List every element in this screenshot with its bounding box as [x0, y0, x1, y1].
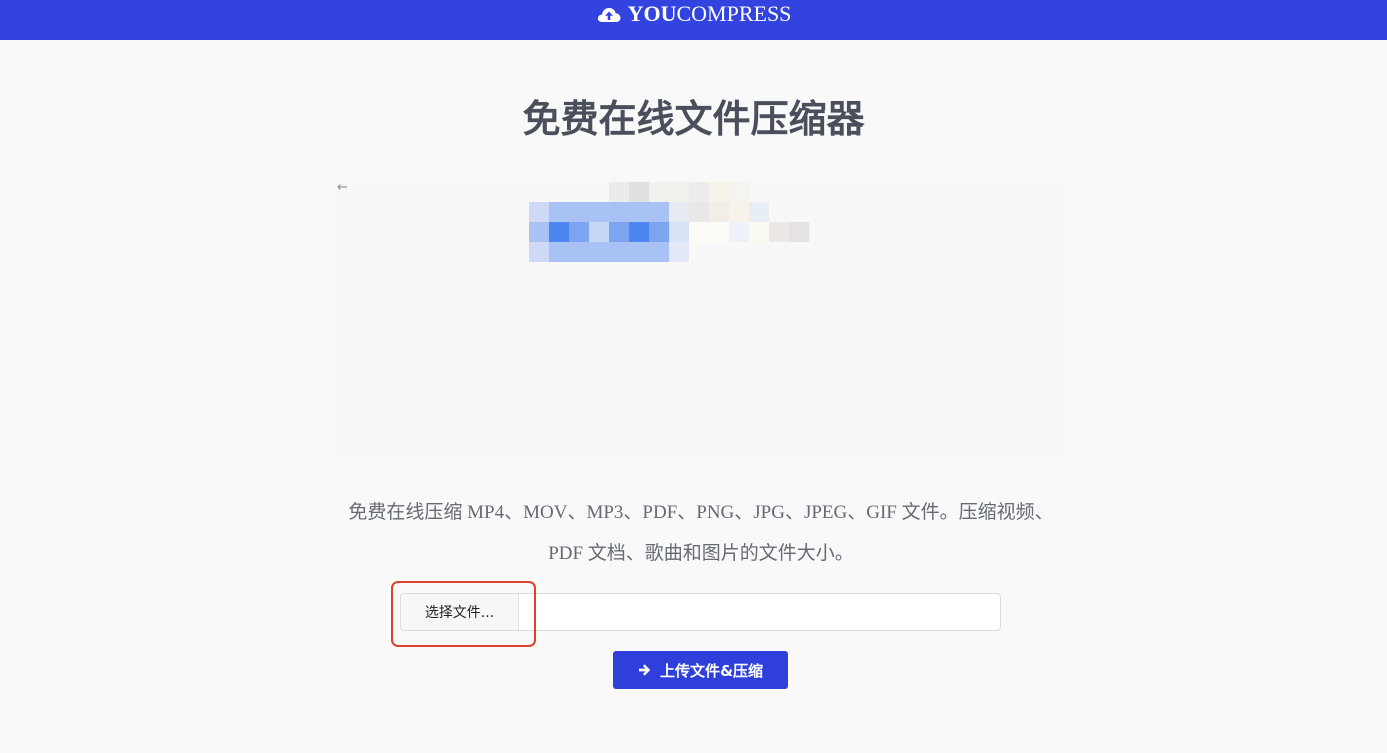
back-arrow-icon[interactable]: ←: [337, 180, 348, 195]
arrow-right-icon: [638, 664, 651, 676]
cloud-upload-icon: [597, 8, 621, 22]
brand-name-rest: COMPRESS: [676, 1, 792, 26]
upload-compress-button[interactable]: 上传文件&压缩: [613, 651, 788, 689]
brand-logo[interactable]: YOUCOMPRESS: [596, 1, 792, 27]
choose-file-button[interactable]: 选择文件...: [401, 594, 519, 630]
selected-file-name[interactable]: [519, 594, 1000, 630]
top-header: YOUCOMPRESS: [0, 0, 1387, 40]
description-text: 免费在线压缩 MP4、MOV、MP3、PDF、PNG、JPG、JPEG、GIF …: [348, 502, 1054, 564]
upload-button-label: 上传文件&压缩: [659, 661, 764, 680]
file-input[interactable]: 选择文件...: [400, 593, 1001, 631]
brand-name-bold: YOU: [627, 1, 677, 26]
ad-placeholder[interactable]: ←: [332, 180, 1068, 458]
blurred-ad-image: [529, 182, 809, 262]
page-title: 免费在线文件压缩器: [522, 97, 865, 141]
